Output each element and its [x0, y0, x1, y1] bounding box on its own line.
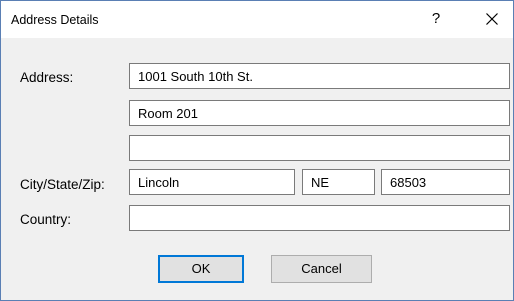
address-line-2-field[interactable]: [129, 100, 510, 126]
close-icon: [486, 13, 498, 25]
state-field[interactable]: [302, 169, 375, 195]
zip-field[interactable]: [381, 169, 510, 195]
address-details-dialog: Address Details ? Address: City/State/Zi…: [0, 0, 514, 301]
city-field[interactable]: [129, 169, 295, 195]
city-state-zip-label: City/State/Zip:: [20, 177, 105, 192]
title-bar: Address Details ?: [1, 1, 513, 38]
address-line-1-field[interactable]: [129, 63, 510, 89]
help-button[interactable]: ?: [424, 7, 448, 31]
ok-button[interactable]: OK: [158, 255, 244, 283]
dialog-title: Address Details: [11, 13, 99, 27]
country-field[interactable]: [129, 205, 510, 231]
country-label: Country:: [20, 212, 72, 227]
address-label: Address:: [20, 70, 74, 85]
address-line-3-field[interactable]: [129, 135, 510, 161]
close-button[interactable]: [479, 7, 505, 31]
cancel-button[interactable]: Cancel: [271, 255, 372, 283]
